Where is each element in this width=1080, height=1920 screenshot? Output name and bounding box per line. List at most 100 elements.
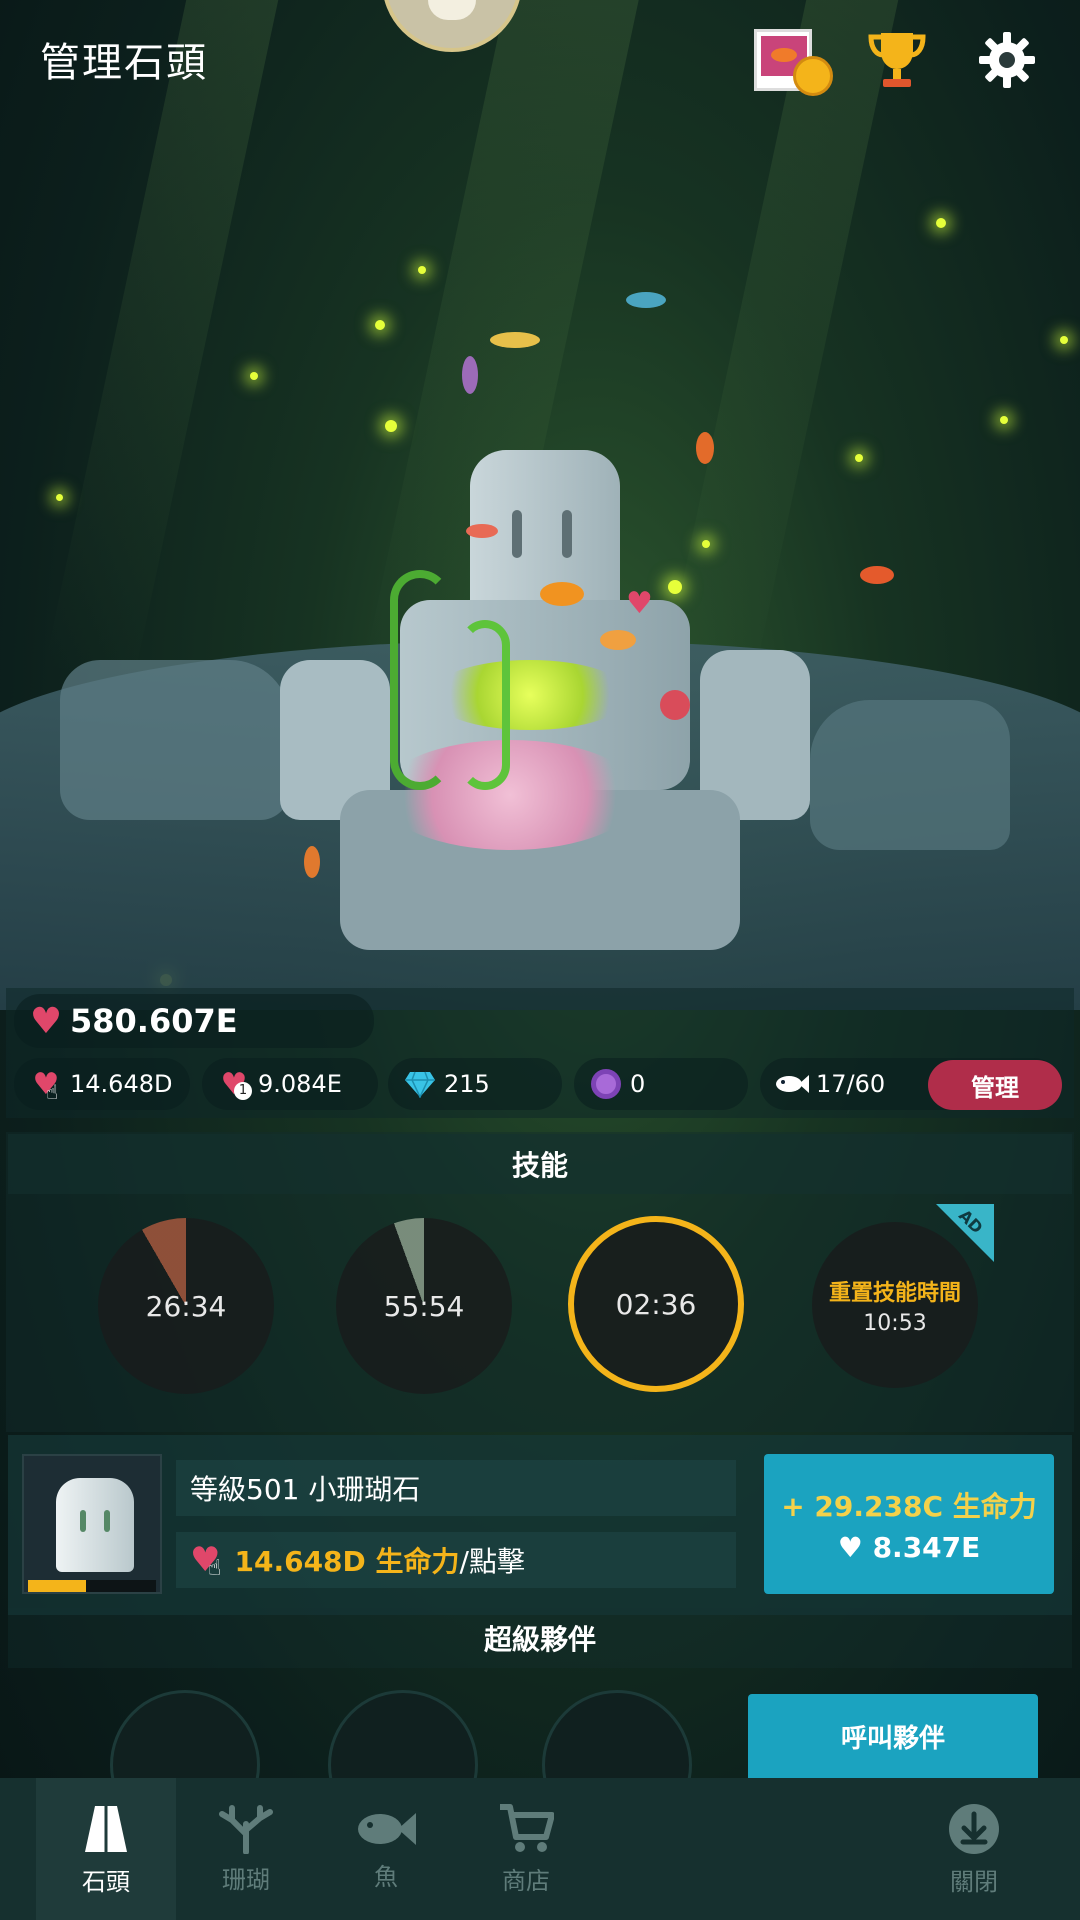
gem-value: 215 xyxy=(444,1070,490,1098)
manage-fish-button[interactable]: 管理 xyxy=(928,1060,1062,1110)
light-ray xyxy=(42,0,290,693)
firefly xyxy=(250,372,258,380)
green-coral xyxy=(390,570,450,790)
gear-icon xyxy=(979,32,1035,88)
skill-2-timer: 55:54 xyxy=(383,1289,465,1323)
vitality-total: ♥ 580.607E xyxy=(14,994,374,1048)
rock xyxy=(810,700,1010,850)
skill-2[interactable]: 55:54 xyxy=(336,1218,512,1394)
nav-close-label: 關閉 xyxy=(950,1867,998,1896)
firefly xyxy=(56,494,63,501)
fish-album-button[interactable] xyxy=(738,20,833,100)
tap-vitality-stat: ♥ ☝ 14.648D xyxy=(14,1058,190,1110)
skills-header: 技能 xyxy=(8,1134,1072,1194)
firefly xyxy=(418,266,426,274)
stone-icon xyxy=(85,1805,127,1852)
light-ray xyxy=(662,0,910,693)
level-progress-fill xyxy=(28,1580,86,1592)
trophy-button[interactable] xyxy=(852,20,942,100)
time-vitality-stat: ♥ 1 9.084E xyxy=(202,1058,378,1110)
firefly xyxy=(936,218,946,228)
download-icon xyxy=(949,1803,999,1854)
fish-capacity-value: 17/60 xyxy=(816,1070,886,1098)
stone-eye xyxy=(512,510,522,558)
orb-value: 0 xyxy=(630,1070,646,1098)
diamond-icon xyxy=(402,1066,438,1102)
fish xyxy=(462,356,478,394)
fish xyxy=(540,582,584,606)
heart-icon: ♥ xyxy=(29,1000,63,1042)
stone-icon xyxy=(56,1478,134,1572)
skill-3[interactable]: 02:36 xyxy=(568,1216,744,1392)
tap-vitality-value: 14.648D xyxy=(70,1070,173,1098)
nav-shop-label: 商店 xyxy=(502,1866,550,1895)
reset-skill-label: 重置技能時間 xyxy=(828,1280,961,1306)
firefly xyxy=(855,454,863,462)
fish xyxy=(466,524,498,538)
skill-3-timer: 02:36 xyxy=(615,1287,697,1321)
fish xyxy=(490,332,540,348)
stone-tap-suffix: /點擊 xyxy=(459,1545,525,1578)
nav-stone[interactable]: 石頭 xyxy=(36,1778,176,1920)
fish xyxy=(600,630,636,650)
app-root: ♥ 管理石頭 ♥ 580.607E ♥ ☝ 14.648D ♥ 1 9.084E… xyxy=(0,0,1080,1920)
fish xyxy=(660,690,690,720)
upgrade-cost: 8.347E xyxy=(872,1530,981,1564)
firefly xyxy=(702,540,710,548)
partners-header: 超級夥伴 xyxy=(8,1608,1072,1668)
aquarium-scene[interactable]: ♥ xyxy=(0,0,1080,1010)
heart-tap-icon: ♥ ☝ xyxy=(32,1066,60,1105)
stone-eye xyxy=(562,510,572,558)
upgrade-cost-row: ♥ 8.347E xyxy=(838,1531,981,1564)
skill-1[interactable]: 26:34 xyxy=(98,1218,274,1394)
stone-tap-row: ♥ ☝ 14.648D 生命力 /點擊 xyxy=(176,1532,736,1588)
upgrade-gain: + 29.238C 生命力 xyxy=(781,1489,1037,1523)
heart-icon: ♥ xyxy=(626,586,653,621)
cart-icon xyxy=(500,1803,554,1852)
fish-icon xyxy=(358,1812,416,1845)
fish xyxy=(696,432,714,464)
fish-icon xyxy=(774,1066,810,1102)
fish xyxy=(626,292,666,308)
stone-level-name: 等級501 小珊瑚石 xyxy=(176,1460,736,1516)
settings-button[interactable] xyxy=(962,20,1052,100)
ad-badge: AD xyxy=(936,1204,994,1262)
stone-tap-value: 14.648D 生命力 xyxy=(234,1545,460,1578)
vitality-value: 580.607E xyxy=(70,1002,238,1040)
heart-icon: ♥ xyxy=(837,1530,863,1564)
firefly xyxy=(375,320,385,330)
fish xyxy=(860,566,894,584)
orb-stat: 0 xyxy=(574,1058,748,1110)
coral-icon xyxy=(219,1804,273,1854)
fish xyxy=(304,846,320,878)
heart-tap-icon: ♥ ☝ xyxy=(190,1540,222,1581)
nav-fish-label: 魚 xyxy=(374,1862,398,1891)
nav-close[interactable]: 關閉 xyxy=(904,1778,1044,1920)
medal-icon xyxy=(793,56,833,96)
nav-stone-label: 石頭 xyxy=(82,1867,130,1896)
call-partner-button[interactable]: 呼叫夥伴 xyxy=(748,1694,1038,1778)
bottom-nav: 石頭 珊瑚 魚 商店 關閉 xyxy=(0,1778,1080,1920)
gem-stat: 215 xyxy=(388,1058,562,1110)
skill-1-timer: 26:34 xyxy=(145,1289,227,1323)
purple-orb-icon xyxy=(588,1066,624,1102)
rock xyxy=(60,660,290,820)
heart-clock-icon: ♥ 1 xyxy=(216,1066,252,1102)
level-progress-bar xyxy=(28,1580,156,1592)
firefly xyxy=(1000,416,1008,424)
nav-coral-label: 珊瑚 xyxy=(222,1865,270,1894)
page-title: 管理石頭 xyxy=(40,40,208,86)
nav-coral[interactable]: 珊瑚 xyxy=(176,1778,316,1920)
upgrade-stone-button[interactable]: + 29.238C 生命力 ♥ 8.347E xyxy=(764,1454,1054,1594)
firefly xyxy=(668,580,682,594)
green-coral xyxy=(460,620,510,790)
time-vitality-value: 9.084E xyxy=(258,1070,342,1098)
nav-shop[interactable]: 商店 xyxy=(456,1778,596,1920)
trophy-icon xyxy=(868,33,926,87)
fish-album-icon xyxy=(754,29,833,96)
reset-skill-timer: 10:53 xyxy=(863,1310,927,1336)
stone-thumbnail[interactable] xyxy=(22,1454,162,1594)
nav-fish[interactable]: 魚 xyxy=(316,1778,456,1920)
firefly xyxy=(1060,336,1068,344)
bear-face-icon xyxy=(428,0,476,20)
